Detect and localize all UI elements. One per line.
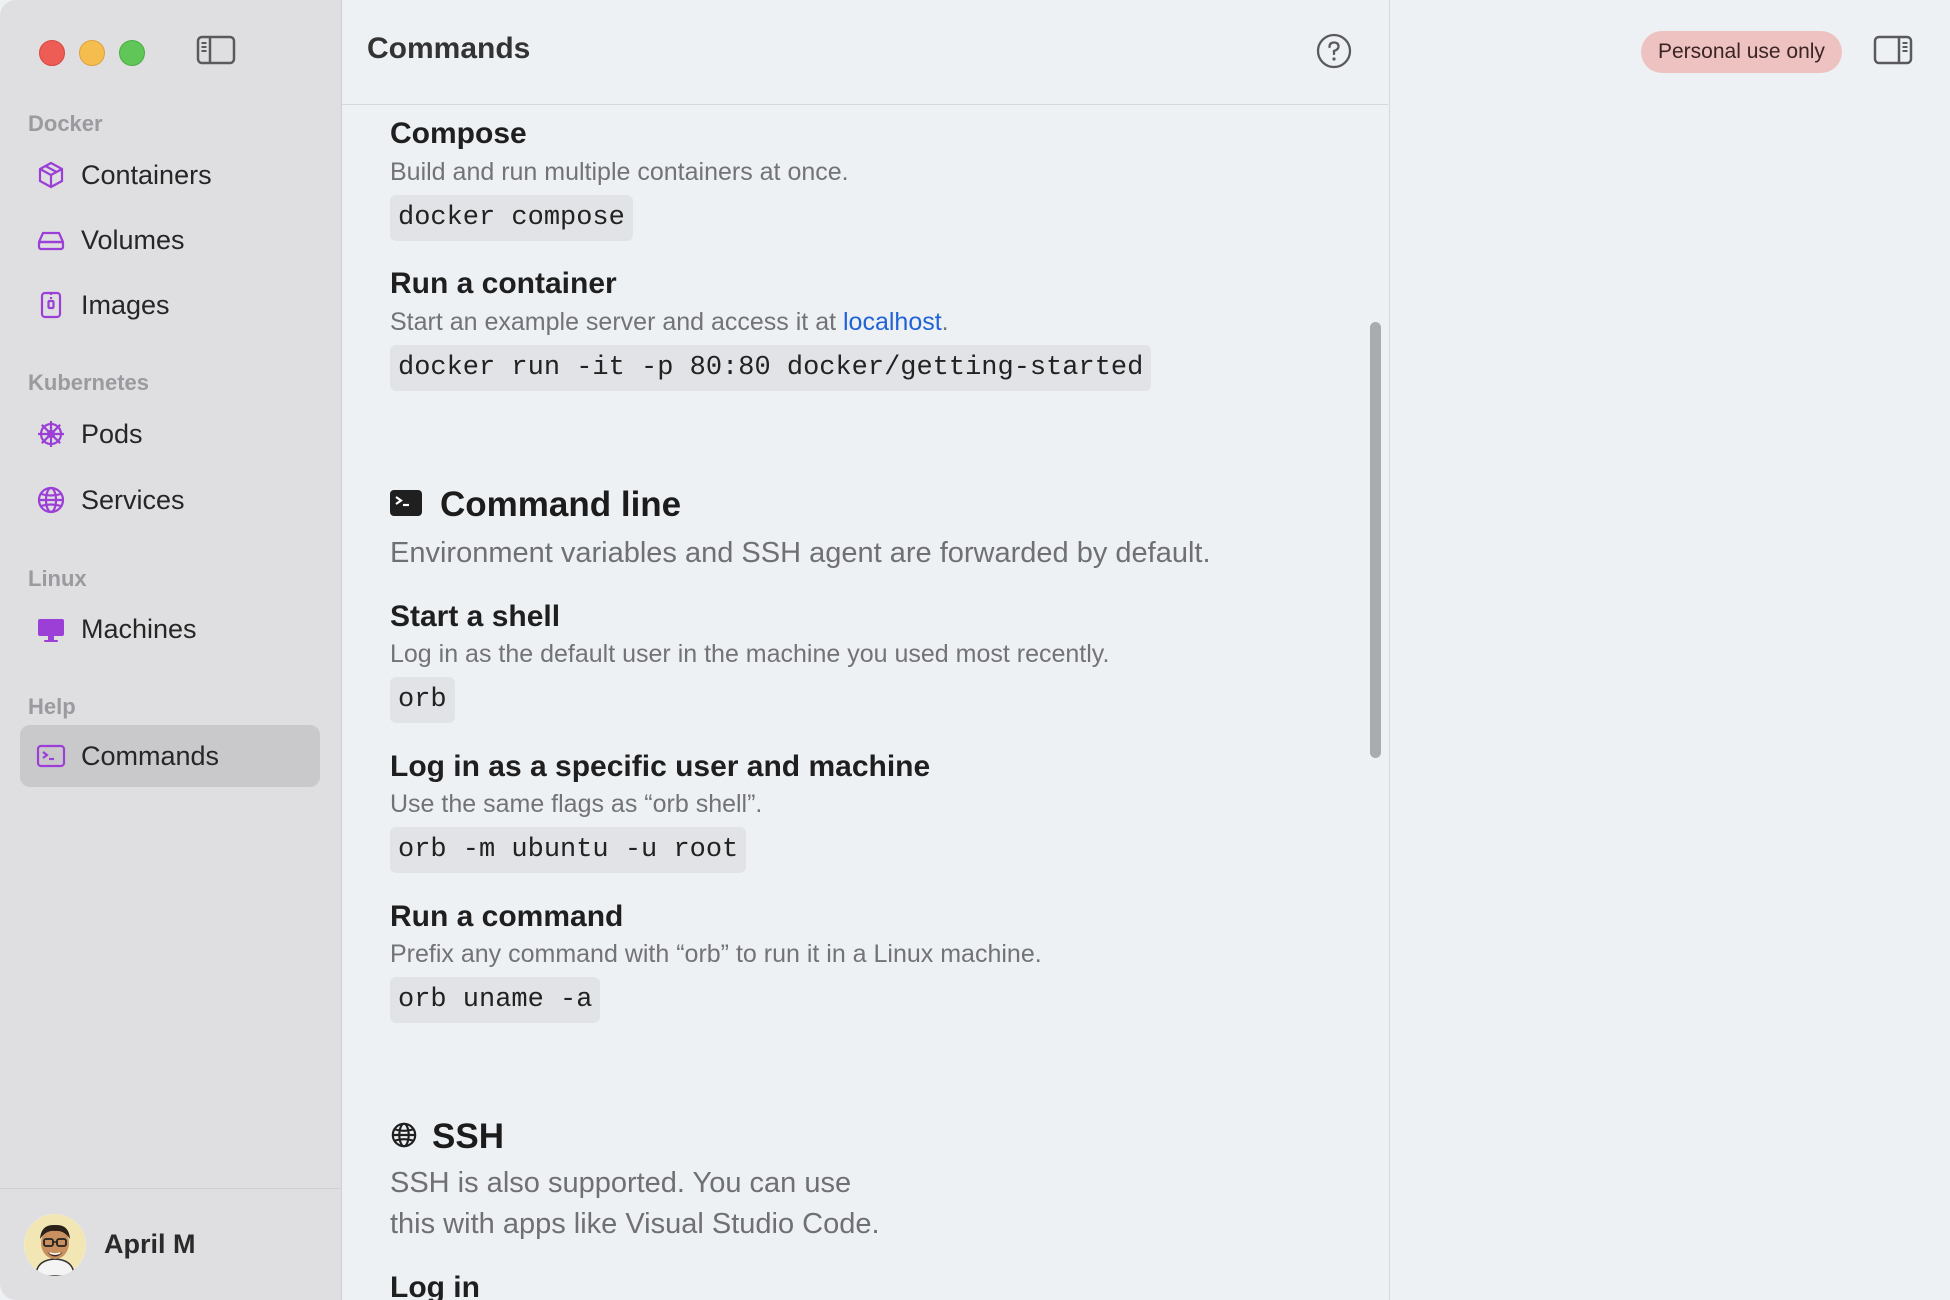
section-label-linux: Linux xyxy=(28,566,87,591)
section-header-ssh: SSH xyxy=(390,1117,504,1157)
item-title: Log in xyxy=(390,1271,480,1300)
section-description: Environment variables and SSH agent are … xyxy=(390,537,1211,569)
helm-wheel-icon xyxy=(35,418,67,450)
item-title: Run a command xyxy=(390,900,624,933)
sidebar-item-label: Pods xyxy=(81,418,143,449)
cube-icon xyxy=(35,159,67,191)
sidebar-item-commands[interactable]: Commands xyxy=(20,725,320,787)
main-header: Commands xyxy=(342,0,1388,105)
localhost-link[interactable]: localhost xyxy=(843,308,942,336)
item-title: Log in as a specific user and machine xyxy=(390,750,931,783)
code-snippet[interactable]: docker run -it -p 80:80 docker/getting-s… xyxy=(390,345,1152,391)
section-title: SSH xyxy=(432,1117,504,1156)
page-title: Commands xyxy=(367,32,531,65)
inspector-pane: Personal use only xyxy=(1389,0,1950,1300)
code-snippet[interactable]: orb uname -a xyxy=(390,977,601,1023)
sidebar-item-services[interactable]: Services xyxy=(20,469,320,531)
sidebar-item-label: Machines xyxy=(81,613,197,644)
commands-scroll-area[interactable]: Compose Build and run multiple container… xyxy=(342,105,1388,1300)
sidebar-item-volumes[interactable]: Volumes xyxy=(20,209,320,271)
close-window-button[interactable] xyxy=(39,40,65,66)
sidebar-item-pods[interactable]: Pods xyxy=(20,403,320,465)
section-label-help: Help xyxy=(28,694,76,719)
sidebar-item-label: Services xyxy=(81,484,185,515)
sidebar-item-label: Volumes xyxy=(81,224,185,255)
sidebar-item-machines[interactable]: Machines xyxy=(20,598,320,660)
code-snippet[interactable]: orb xyxy=(390,677,455,723)
help-icon[interactable] xyxy=(1316,33,1352,69)
drive-icon xyxy=(35,224,67,256)
globe-icon xyxy=(35,484,67,516)
description-text: . xyxy=(941,308,949,336)
section-label-docker: Docker xyxy=(28,111,103,136)
sidebar-item-images[interactable]: Images xyxy=(20,274,320,336)
inspector-toggle-icon[interactable] xyxy=(1873,34,1913,66)
section-header-command-line: Command line xyxy=(390,485,681,525)
minimize-window-button[interactable] xyxy=(79,40,105,66)
sidebar-item-containers[interactable]: Containers xyxy=(20,144,320,206)
user-name: April M xyxy=(104,1229,196,1259)
item-title: Start a shell xyxy=(390,600,561,633)
archive-icon xyxy=(35,289,67,321)
section-label-kubernetes: Kubernetes xyxy=(28,370,150,395)
sidebar: Docker Containers Volumes Images Kuberne… xyxy=(0,0,342,1300)
item-description: Prefix any command with “orb” to run it … xyxy=(390,940,1042,968)
scrollbar[interactable] xyxy=(1370,322,1381,758)
description-text: Start an example server and access it at xyxy=(390,308,843,336)
terminal-icon xyxy=(390,489,422,521)
account-footer[interactable]: April M xyxy=(0,1188,341,1300)
section-description-line: this with apps like Visual Studio Code. xyxy=(390,1208,880,1240)
terminal-icon xyxy=(35,740,67,772)
item-description: Log in as the default user in the machin… xyxy=(390,640,1110,668)
sidebar-item-label: Containers xyxy=(81,159,212,190)
code-snippet[interactable]: orb -m ubuntu -u root xyxy=(390,827,747,873)
avatar[interactable] xyxy=(24,1214,86,1276)
item-description: Start an example server and access it at… xyxy=(390,308,949,337)
item-description: Build and run multiple containers at onc… xyxy=(390,158,849,186)
license-badge[interactable]: Personal use only xyxy=(1641,31,1842,73)
sidebar-item-label: Images xyxy=(81,289,170,320)
code-snippet[interactable]: docker compose xyxy=(390,195,633,241)
sidebar-item-label: Commands xyxy=(81,740,220,771)
app-window: Docker Containers Volumes Images Kuberne… xyxy=(0,0,1950,1300)
item-description: Use the same flags as “orb shell”. xyxy=(390,790,763,818)
section-description-line: SSH is also supported. You can use xyxy=(390,1167,852,1199)
main-panel: Commands Compose Build and run multiple … xyxy=(342,0,1388,1300)
item-title: Compose xyxy=(390,117,527,150)
sidebar-toggle-icon[interactable] xyxy=(196,34,236,66)
section-title: Command line xyxy=(440,485,682,524)
item-title: Run a container xyxy=(390,267,617,300)
monitor-icon xyxy=(35,613,67,645)
globe-icon xyxy=(390,1121,418,1154)
zoom-window-button[interactable] xyxy=(119,40,145,66)
